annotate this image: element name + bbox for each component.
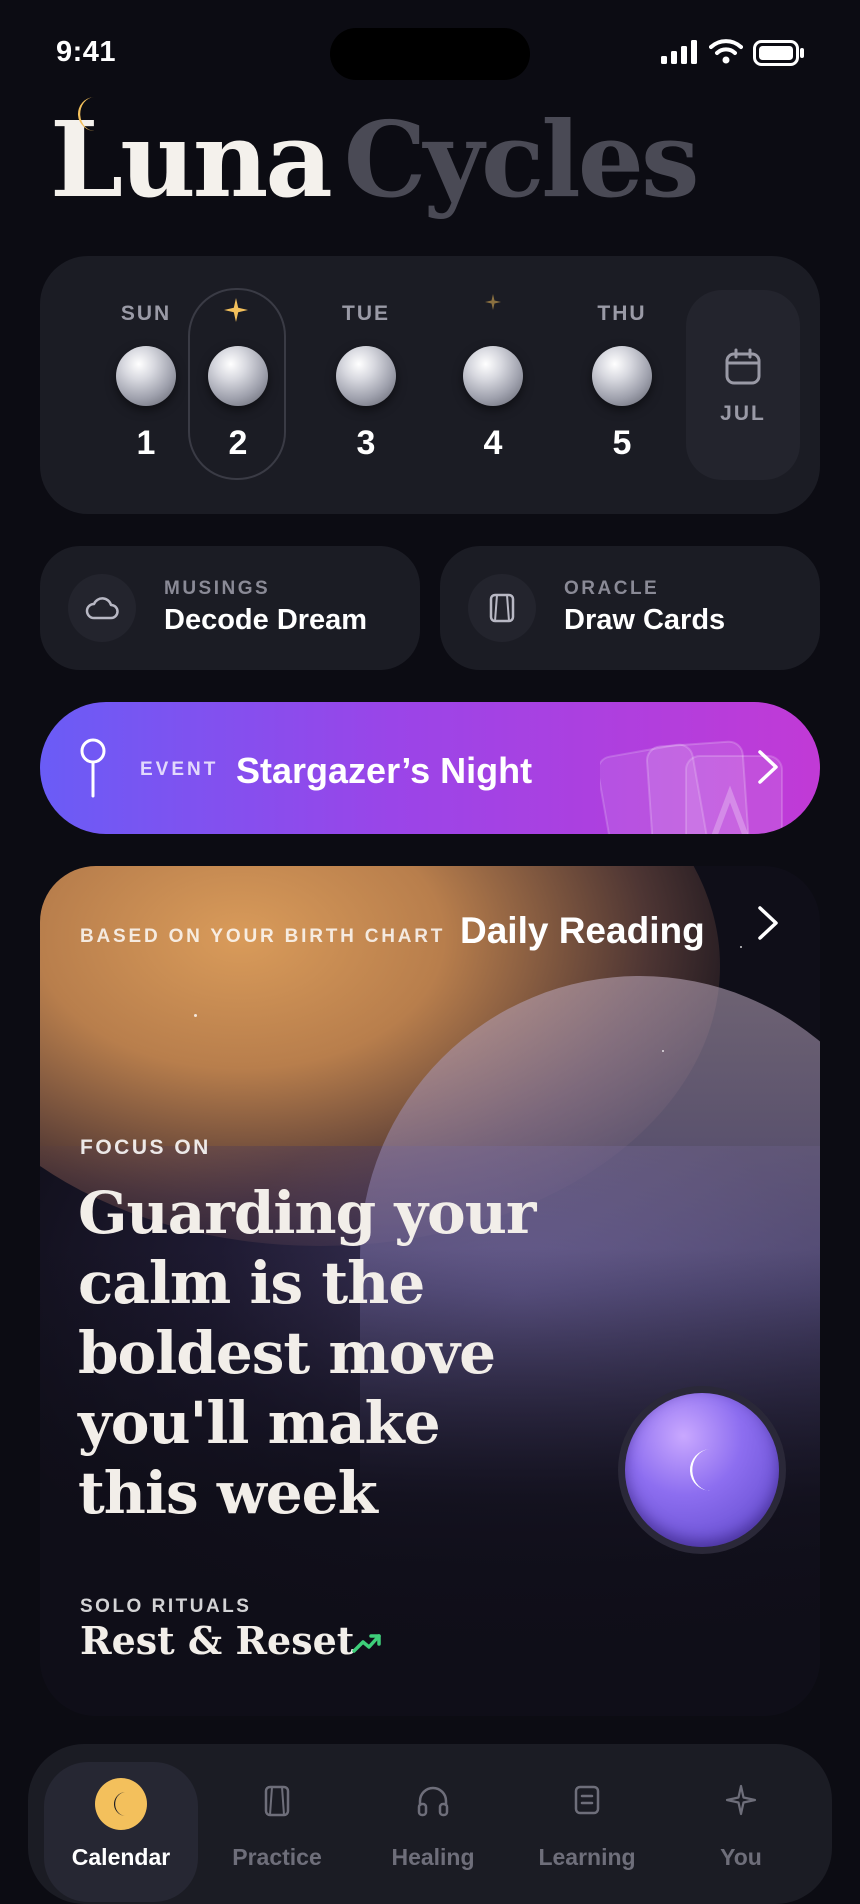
moon-phase-orb: [208, 346, 268, 406]
moon-phase-orb: [592, 346, 652, 406]
card-kicker: ORACLE: [564, 578, 660, 599]
chevron-right-icon[interactable]: [756, 904, 780, 942]
reading-kicker: BASED ON YOUR BIRTH CHART: [80, 926, 446, 947]
day-thu[interactable]: THU 5: [574, 256, 670, 514]
pin-icon: [80, 738, 106, 798]
moon-phase-orb: [116, 346, 176, 406]
moon-phase-orb: [336, 346, 396, 406]
sparkle-icon: [224, 298, 248, 322]
tab-healing[interactable]: Healing: [356, 1762, 510, 1902]
moon-icon: [95, 1778, 147, 1830]
cloud-icon: [68, 574, 136, 642]
day-number: 4: [483, 424, 503, 462]
day-number: 1: [136, 424, 156, 462]
card-kicker: MUSINGS: [164, 578, 271, 599]
chevron-right-icon: [758, 750, 778, 784]
month-label: JUL: [720, 402, 766, 425]
moon-orb: [625, 1393, 779, 1547]
tab-practice[interactable]: Practice: [200, 1762, 354, 1902]
day-wed[interactable]: 4: [445, 256, 541, 514]
decode-dream-card[interactable]: MUSINGS Decode Dream: [40, 546, 420, 670]
dynamic-island: [330, 28, 530, 80]
card-label: Draw Cards: [564, 604, 726, 636]
reading-title: Daily Reading: [460, 910, 705, 951]
tab-label: Calendar: [71, 1844, 171, 1870]
day-selected[interactable]: 2: [188, 288, 286, 480]
trend-up-icon: [352, 1634, 381, 1653]
app-title: Luna Cycles: [50, 98, 700, 221]
star-dot: [662, 1050, 664, 1052]
day-number: 5: [612, 424, 632, 462]
headphones-icon: [356, 1784, 510, 1818]
note-icon: [510, 1784, 664, 1816]
crescent-moon-icon: [689, 1449, 712, 1492]
cards-icon: [468, 574, 536, 642]
event-kicker: EVENT: [140, 759, 219, 780]
wifi-icon: [709, 39, 743, 64]
focus-quote: Guarding your calm is the boldest move y…: [78, 1179, 536, 1527]
draw-cards-card[interactable]: ORACLE Draw Cards: [440, 546, 820, 670]
signal-icon: [661, 40, 697, 64]
calendar-icon: [725, 348, 761, 385]
day-number: 3: [356, 424, 376, 462]
tab-label: You: [720, 1844, 762, 1870]
tab-label: Learning: [538, 1844, 636, 1870]
day-name: THU: [597, 302, 647, 325]
status-bar: 9:41: [0, 0, 860, 100]
focus-kicker: FOCUS ON: [80, 1136, 211, 1159]
tab-calendar[interactable]: Calendar: [44, 1762, 198, 1902]
sparkle-icon: [664, 1784, 818, 1816]
week-calendar: SUN 1 2 TUE 3 4 THU 5 JUL: [40, 256, 820, 514]
app-title-part2: Cycles: [343, 98, 700, 221]
tab-learning[interactable]: Learning: [510, 1762, 664, 1902]
event-banner[interactable]: EVENT Stargazer’s Night: [40, 702, 820, 834]
tab-label: Healing: [391, 1844, 475, 1870]
status-time: 9:41: [56, 36, 117, 68]
tab-label: Practice: [232, 1844, 322, 1870]
day-number: 2: [228, 424, 248, 462]
battery-icon: [753, 40, 804, 66]
crescent-moon-icon: [77, 97, 96, 132]
cards-icon: [200, 1784, 354, 1818]
moon-phase-orb: [463, 346, 523, 406]
ritual-title: Rest & Reset: [80, 1618, 355, 1663]
day-sun[interactable]: SUN 1: [98, 256, 194, 514]
star-dot: [194, 1014, 197, 1017]
moon-orb-button[interactable]: [618, 1386, 786, 1554]
day-tue[interactable]: TUE 3: [318, 256, 414, 514]
tab-bar: Calendar Practice Healing Learning You: [28, 1744, 832, 1904]
star-dot: [740, 946, 742, 948]
ritual-kicker: SOLO RITUALS: [80, 1596, 252, 1617]
day-name: SUN: [120, 302, 172, 325]
card-label: Decode Dream: [164, 604, 368, 636]
tab-you[interactable]: You: [664, 1762, 818, 1902]
day-name: TUE: [342, 302, 390, 325]
daily-reading-card[interactable]: BASED ON YOUR BIRTH CHART Daily Reading …: [40, 866, 820, 1716]
month-picker-button[interactable]: JUL: [686, 290, 800, 480]
event-title: Stargazer’s Night: [236, 750, 533, 791]
sparkle-icon: [485, 294, 501, 310]
